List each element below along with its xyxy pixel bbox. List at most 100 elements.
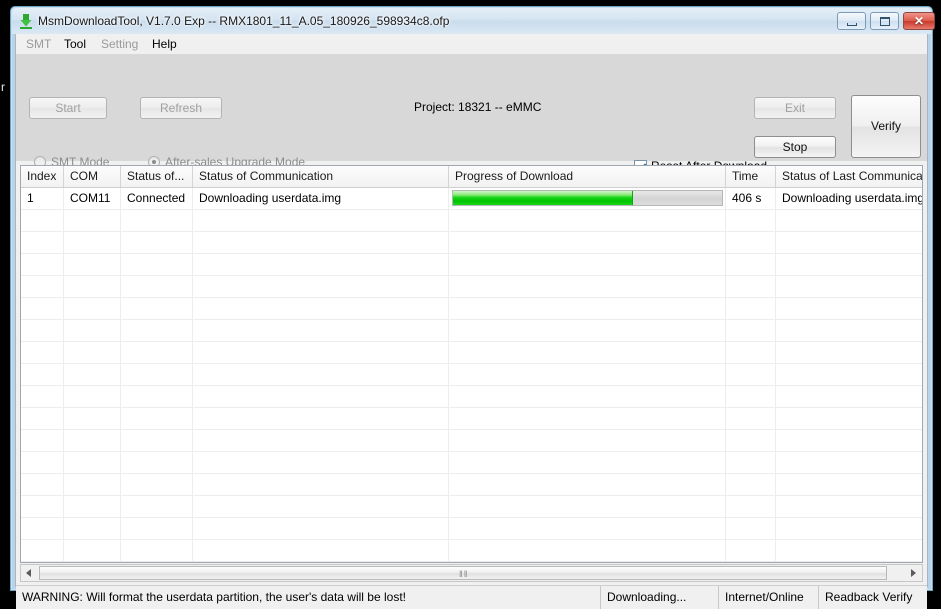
menu-item-help[interactable]: Help [152,37,177,52]
verify-button[interactable]: Verify [851,95,921,158]
maximize-button[interactable] [870,12,899,30]
table-row-empty[interactable] [21,364,922,386]
cell-empty [726,496,776,517]
cell-empty [776,518,922,539]
close-button[interactable]: ✕ [903,12,935,30]
table-row-empty[interactable] [21,430,922,452]
cell-empty [449,430,726,451]
status-warning-text: WARNING: Will format the userdata partit… [22,590,406,604]
cell-empty [449,474,726,495]
table-row-empty[interactable] [21,342,922,364]
table-row-empty[interactable] [21,496,922,518]
cell-empty [64,452,121,473]
table-row-empty[interactable] [21,254,922,276]
desktop-artifact-text: r [1,80,5,94]
cell-empty [121,540,193,561]
table-row-empty[interactable] [21,276,922,298]
cell-empty [64,232,121,253]
menu-bar: SMT Tool Setting Help [16,34,927,54]
cell-empty [776,276,922,297]
cell-empty [776,474,922,495]
cell-empty [776,386,922,407]
cell-empty [121,474,193,495]
cell-empty [64,430,121,451]
menu-item-setting[interactable]: Setting [101,37,138,52]
cell-empty [449,364,726,385]
cell-empty [726,364,776,385]
stop-button[interactable]: Stop [754,136,836,158]
client-area: SMT Tool Setting Help Start Refresh Proj… [15,34,928,609]
minimize-button[interactable] [837,12,866,30]
cell-empty [193,540,449,561]
table-row-empty[interactable] [21,298,922,320]
cell-empty [726,518,776,539]
table-row-empty[interactable] [21,540,922,562]
cell-empty [726,452,776,473]
cell-empty [193,210,449,231]
table-row-empty[interactable] [21,386,922,408]
cell-last-communication: Downloading userdata.img [782,191,923,205]
cell-empty [64,518,121,539]
start-button[interactable]: Start [29,97,107,119]
refresh-button[interactable]: Refresh [140,97,222,119]
table-row-empty[interactable] [21,408,922,430]
cell-empty [121,364,193,385]
cell-empty [193,562,449,563]
cell-empty [193,430,449,451]
cell-empty [776,562,923,563]
scrollbar-thumb[interactable]: ‖‖ [39,566,887,580]
exit-button[interactable]: Exit [754,97,836,119]
cell-empty [726,562,776,563]
table-row[interactable]: 1 COM11 Connected Downloading userdata.i… [21,188,922,210]
cell-empty [193,408,449,429]
cell-empty [726,540,776,561]
cell-empty [449,408,726,429]
table-row-empty[interactable] [21,210,922,232]
cell-empty [449,496,726,517]
cell-empty [64,474,121,495]
cell-empty [121,254,193,275]
column-header-index[interactable]: Index [21,166,64,187]
cell-empty [121,386,193,407]
table-row-empty[interactable] [21,474,922,496]
cell-empty [726,386,776,407]
progress-bar-fill [453,191,634,205]
table-row-empty[interactable] [21,232,922,254]
table-empty-rows [21,210,922,563]
column-header-status[interactable]: Status of... [121,166,193,187]
cell-empty [726,474,776,495]
cell-empty [726,210,776,231]
cell-empty [21,496,64,517]
cell-empty [64,298,121,319]
cell-empty [193,518,449,539]
column-header-progress[interactable]: Progress of Download [449,166,726,187]
menu-item-smt[interactable]: SMT [26,37,51,52]
arrow-left-icon[interactable] [21,565,38,581]
cell-empty [21,518,64,539]
table-row-empty[interactable] [21,320,922,342]
cell-empty [121,342,193,363]
cell-empty [193,386,449,407]
horizontal-scrollbar[interactable]: ‖‖ [20,564,923,582]
cell-empty [449,518,726,539]
cell-empty [776,496,922,517]
cell-empty [121,276,193,297]
column-header-com[interactable]: COM [64,166,121,187]
cell-empty [726,232,776,253]
column-header-time[interactable]: Time [726,166,776,187]
cell-empty [776,408,922,429]
cell-empty [726,320,776,341]
cell-empty [121,452,193,473]
cell-empty [64,254,121,275]
cell-empty [449,254,726,275]
table-row-empty[interactable] [21,562,922,563]
menu-item-tool[interactable]: Tool [64,37,86,52]
cell-empty [121,210,193,231]
table-row-empty[interactable] [21,452,922,474]
cell-empty [21,342,64,363]
column-header-last-communication[interactable]: Status of Last Communication [776,166,922,187]
cell-empty [449,342,726,363]
arrow-right-icon[interactable] [905,565,922,581]
table-row-empty[interactable] [21,518,922,540]
column-header-communication[interactable]: Status of Communication [193,166,449,187]
